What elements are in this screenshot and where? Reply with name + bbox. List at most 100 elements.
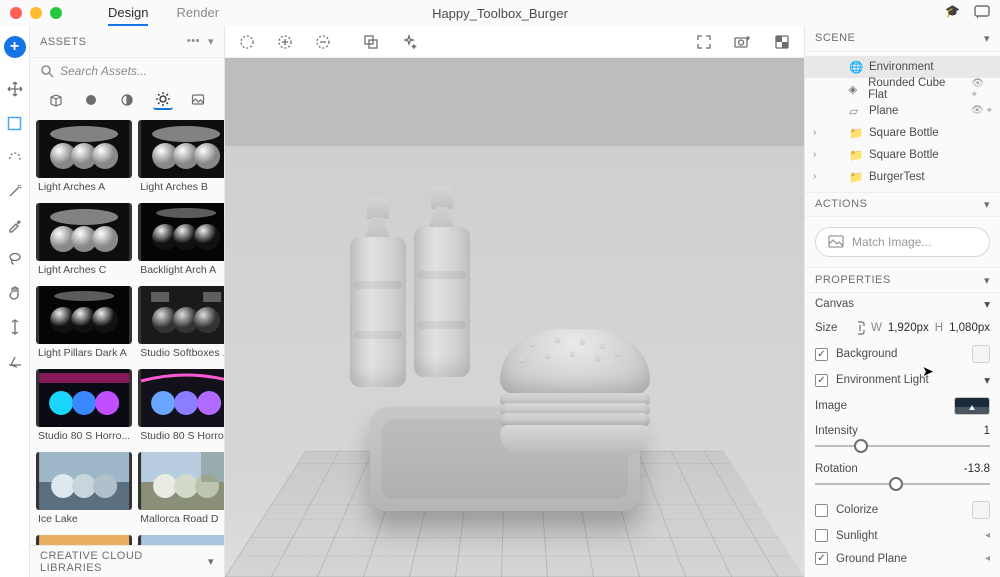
camera-add-icon[interactable] <box>734 34 752 50</box>
titlebar: Design Render Happy_Toolbox_Burger 🎓 <box>0 0 1000 26</box>
scene-tree: 🌐Environment◈Rounded Cube Flat👁 ⌖▱Plane👁… <box>805 52 1000 192</box>
scene-item-label: BurgerTest <box>869 171 925 183</box>
asset-card[interactable]: Topanga Forest B <box>138 535 224 545</box>
tab-design[interactable]: Design <box>108 1 148 26</box>
scene-item[interactable]: ›📁Square Bottle <box>805 122 1000 144</box>
folder-icon: 📁 <box>849 170 863 184</box>
chat-icon[interactable] <box>974 4 990 23</box>
hand-icon[interactable] <box>6 284 24 302</box>
asset-card[interactable]: Light Arches A <box>36 120 132 197</box>
filter-contrast-icon[interactable] <box>117 90 137 110</box>
search-icon <box>40 64 54 78</box>
asset-label: Mallorca Road D <box>138 510 224 529</box>
assets-more-icon[interactable]: ••• <box>187 35 200 48</box>
fullscreen-icon[interactable] <box>696 34 712 50</box>
asset-card[interactable]: Ice Lake <box>36 452 132 529</box>
scene-item-label: Square Bottle <box>869 127 939 139</box>
asset-label: Light Arches A <box>36 178 132 197</box>
folder-icon: 📁 <box>849 126 863 140</box>
asset-card[interactable]: Sunrise Campsite <box>36 535 132 545</box>
ground-plane-checkbox[interactable] <box>815 552 828 565</box>
scene-item-label: Environment <box>869 61 934 73</box>
scene-item[interactable]: ›📁BurgerTest <box>805 166 1000 188</box>
redo-dashed-icon[interactable] <box>6 148 24 166</box>
intensity-slider[interactable] <box>815 439 990 453</box>
filter-sphere-icon[interactable] <box>81 90 101 110</box>
env-light-checkbox[interactable] <box>815 374 828 387</box>
match-image-button[interactable]: Match Image... <box>815 227 990 257</box>
move-icon[interactable] <box>6 80 24 98</box>
scene-item[interactable]: ▱Plane👁 ⌖ <box>805 100 1000 122</box>
eyedropper-icon[interactable] <box>6 216 24 234</box>
scene-item[interactable]: 🌐 Environment <box>805 56 1000 78</box>
sunlight-row[interactable]: Sunlight ◂ <box>815 529 990 542</box>
axis-icon[interactable] <box>6 352 24 370</box>
assets-search[interactable]: Search Assets... <box>40 64 214 78</box>
select-add-icon[interactable] <box>277 34 293 50</box>
asset-card[interactable]: Light Arches B <box>138 120 224 197</box>
rotation-slider[interactable] <box>815 477 990 491</box>
render-preview-icon[interactable] <box>774 34 790 50</box>
colorize-swatch[interactable] <box>972 501 990 519</box>
transform-icon[interactable] <box>363 34 379 50</box>
colorize-row: Colorize <box>815 501 990 519</box>
link-icon[interactable] <box>855 321 865 335</box>
scene-item-label: Rounded Cube Flat <box>868 77 965 101</box>
canvas-dropdown[interactable]: Canvas▾ <box>815 297 990 311</box>
filter-sun-icon[interactable] <box>153 90 173 110</box>
viewport <box>225 26 805 577</box>
sparkle-icon[interactable] <box>401 34 417 50</box>
scene-item[interactable]: ◈Rounded Cube Flat👁 ⌖ <box>805 78 1000 100</box>
cc-libraries-header[interactable]: CREATIVE CLOUD LIBRARIES▾ <box>30 545 224 577</box>
asset-grid: Light Arches A Light Arches BLight Arches… <box>30 120 224 545</box>
canvas-3d[interactable] <box>225 58 804 577</box>
asset-card[interactable]: Studio 80 S Horro... <box>36 369 132 446</box>
asset-card[interactable]: Light Arches C <box>36 203 132 280</box>
ground-plane-row[interactable]: Ground Plane ◂ <box>815 552 990 565</box>
asset-card[interactable]: Backlight Arch A <box>138 203 224 280</box>
filter-image-icon[interactable] <box>188 90 208 110</box>
close-window-icon[interactable] <box>10 7 22 19</box>
asset-label: Backlight Arch A <box>138 261 224 280</box>
width-value[interactable]: 1,920px <box>888 322 929 334</box>
asset-card[interactable]: Light Pillars Dark A <box>36 286 132 363</box>
left-toolbar: + <box>0 26 30 577</box>
anchor-icon[interactable] <box>6 318 24 336</box>
document-title: Happy_Toolbox_Burger <box>432 6 568 21</box>
sunlight-checkbox[interactable] <box>815 529 828 542</box>
rect-icon[interactable] <box>6 114 24 132</box>
add-button[interactable]: + <box>4 36 26 58</box>
env-image-thumb[interactable] <box>954 397 990 415</box>
asset-label: Studio 80 S Horro... <box>138 427 224 446</box>
chevron-down-icon[interactable]: ▾ <box>984 198 990 211</box>
background-swatch[interactable] <box>972 345 990 363</box>
minimize-window-icon[interactable] <box>30 7 42 19</box>
search-placeholder: Search Assets... <box>60 64 147 78</box>
lasso-icon[interactable] <box>6 250 24 268</box>
asset-card[interactable]: Studio 80 S Horro... <box>138 369 224 446</box>
size-row: Size W1,920px H1,080px <box>815 321 990 335</box>
scene-item-label: Plane <box>869 105 898 117</box>
select-subtract-icon[interactable] <box>315 34 331 50</box>
plane-icon: ▱ <box>849 104 863 118</box>
tab-render[interactable]: Render <box>176 1 219 26</box>
learn-icon[interactable]: 🎓 <box>945 4 960 23</box>
chevron-down-icon[interactable]: ▾ <box>984 32 990 45</box>
colorize-checkbox[interactable] <box>815 504 828 517</box>
right-panel: SCENE▾ 🌐Environment◈Rounded Cube Flat👁 ⌖… <box>805 26 1000 577</box>
assets-collapse-icon[interactable]: ▾ <box>208 35 214 48</box>
scene-item[interactable]: ›📁Square Bottle <box>805 144 1000 166</box>
chevron-down-icon[interactable]: ▾ <box>984 274 990 287</box>
maximize-window-icon[interactable] <box>50 7 62 19</box>
height-value[interactable]: 1,080px <box>949 322 990 334</box>
globe-icon: 🌐 <box>849 60 863 74</box>
select-circle-icon[interactable] <box>239 34 255 50</box>
wand-icon[interactable] <box>6 182 24 200</box>
filter-package-icon[interactable] <box>46 90 66 110</box>
asset-filters <box>30 84 224 120</box>
asset-card[interactable]: Studio Softboxes ... <box>138 286 224 363</box>
background-checkbox[interactable] <box>815 348 828 361</box>
asset-card[interactable]: Mallorca Road D <box>138 452 224 529</box>
env-light-row[interactable]: Environment Light ▾ <box>815 373 990 387</box>
asset-label: Ice Lake <box>36 510 132 529</box>
